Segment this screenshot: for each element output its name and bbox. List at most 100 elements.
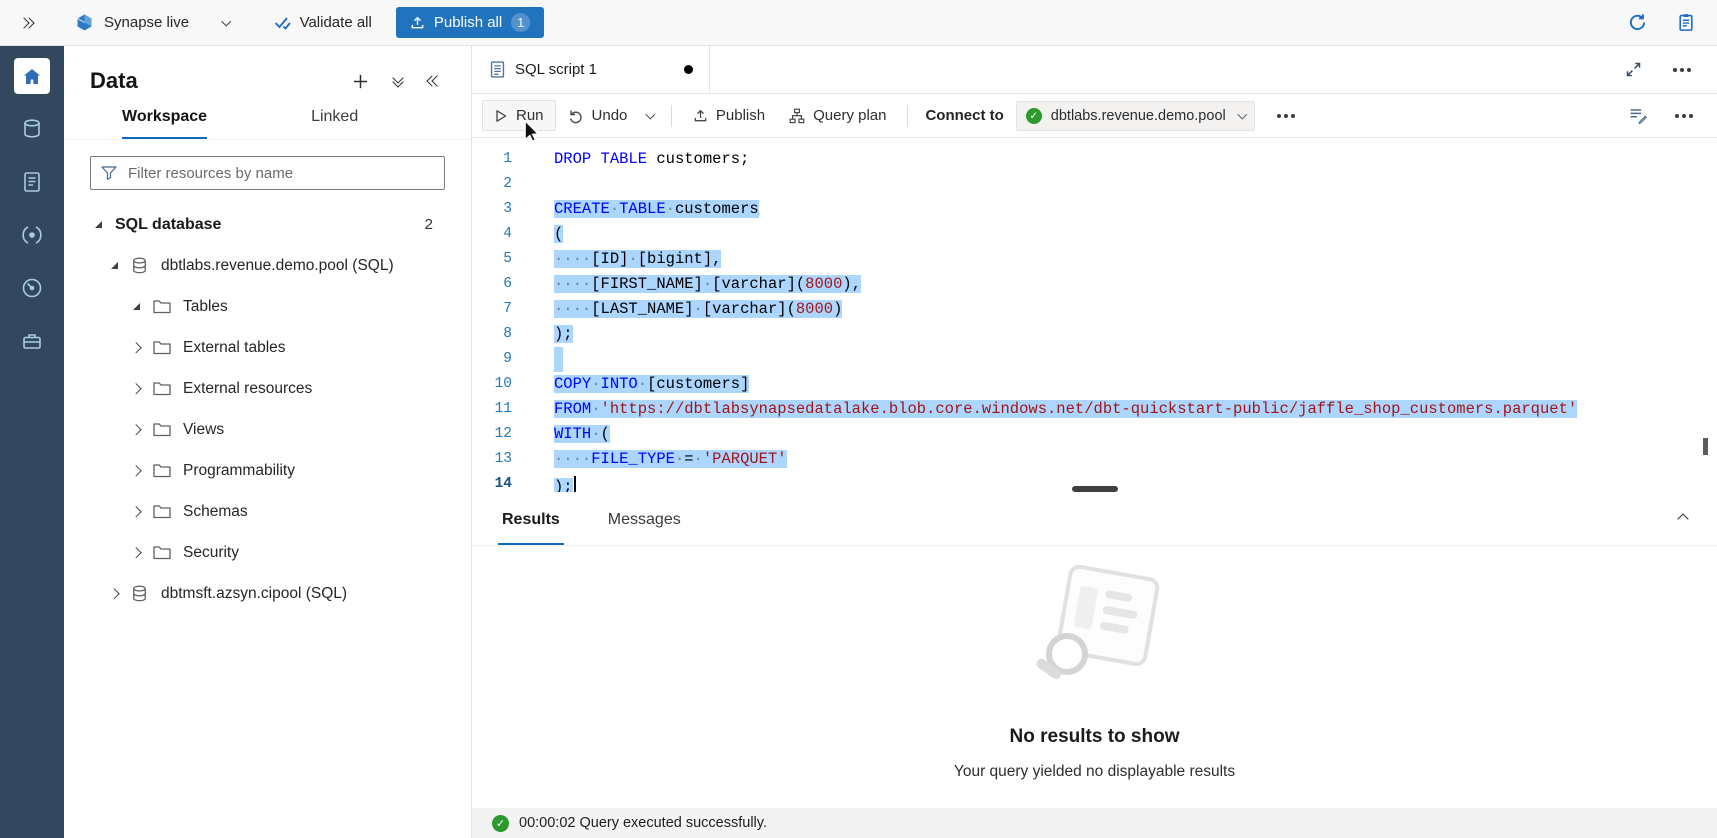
- code-line[interactable]: 8);: [472, 322, 1717, 347]
- query-plan-button[interactable]: Query plan: [777, 100, 898, 131]
- publish-all-button[interactable]: Publish all 1: [396, 7, 544, 38]
- rail-item-manage[interactable]: [14, 323, 50, 359]
- tree-item[interactable]: Schemas: [64, 491, 471, 532]
- tree-item[interactable]: dbtlabs.revenue.demo.pool (SQL): [64, 245, 471, 286]
- tab-workspace[interactable]: Workspace: [122, 108, 207, 139]
- tree-item[interactable]: External tables: [64, 327, 471, 368]
- run-icon: [494, 109, 508, 123]
- toolbar-more-icon[interactable]: [1277, 114, 1295, 118]
- toolbar-overflow-icon[interactable]: [1675, 114, 1693, 118]
- rail-item-develop[interactable]: [14, 164, 50, 200]
- top-bar: Synapse live Validate all Publish all 1: [0, 0, 1717, 46]
- code-line[interactable]: 13····FILE_TYPE·=·'PARQUET': [472, 447, 1717, 472]
- code-line[interactable]: 6····[FIRST_NAME]·[varchar](8000),: [472, 272, 1717, 297]
- toolbar-right-actions: [1629, 107, 1717, 124]
- tree-item[interactable]: dbtmsft.azsyn.cipool (SQL): [64, 573, 471, 614]
- collapse-all-icon[interactable]: [394, 77, 402, 86]
- manage-icon: [21, 330, 43, 352]
- line-number: 5: [472, 247, 512, 272]
- home-icon: [21, 66, 43, 87]
- tree-item[interactable]: Security: [64, 532, 471, 573]
- validate-all-button[interactable]: Validate all: [274, 14, 372, 31]
- code-line[interactable]: 12WITH·(: [472, 422, 1717, 447]
- add-resource-icon[interactable]: [353, 74, 368, 89]
- tree-item-label: Views: [183, 421, 224, 439]
- publish-label: Publish: [716, 107, 765, 124]
- code-line[interactable]: 7····[LAST_NAME]·[varchar](8000): [472, 297, 1717, 322]
- collapsed-expander-icon[interactable]: [128, 549, 144, 557]
- code-line[interactable]: 5····[ID]·[bigint],: [472, 247, 1717, 272]
- tree-item[interactable]: Views: [64, 409, 471, 450]
- collapse-results-icon[interactable]: [1679, 510, 1717, 528]
- expanded-expander-icon[interactable]: [106, 262, 122, 269]
- tab-linked[interactable]: Linked: [311, 108, 358, 139]
- collapsed-expander-icon[interactable]: [128, 508, 144, 516]
- unsaved-indicator: [684, 65, 693, 74]
- line-content: ····FILE_TYPE·=·'PARQUET': [512, 447, 787, 472]
- tree-item[interactable]: Tables: [64, 286, 471, 327]
- tab-results[interactable]: Results: [498, 511, 564, 545]
- tab-sql-script-1[interactable]: SQL script 1: [472, 46, 710, 93]
- publish-button[interactable]: Publish: [681, 100, 777, 131]
- publish-upload-icon: [410, 15, 425, 30]
- folder-icon: [153, 380, 173, 398]
- top-bar-actions: [1628, 13, 1717, 32]
- collapsed-expander-icon[interactable]: [128, 385, 144, 393]
- collapse-panel-icon[interactable]: [428, 77, 441, 85]
- rail-item-integrate[interactable]: [14, 217, 50, 253]
- collapsed-expander-icon[interactable]: [128, 467, 144, 475]
- folder-icon: [153, 421, 173, 439]
- line-content: );: [512, 322, 573, 347]
- folder-icon: [153, 503, 173, 521]
- clipboard-icon[interactable]: [1677, 13, 1695, 32]
- filter-box: [90, 156, 445, 190]
- folder-icon: [153, 298, 173, 316]
- pool-selector[interactable]: ✓ dbtlabs.revenue.demo.pool: [1016, 101, 1255, 131]
- environment-selector[interactable]: Synapse live: [75, 13, 230, 32]
- line-number: 1: [472, 147, 512, 172]
- script-properties-icon[interactable]: [1629, 107, 1647, 124]
- rail-item-home[interactable]: [14, 58, 50, 94]
- line-number: 13: [472, 447, 512, 472]
- filter-funnel-icon: [101, 166, 117, 180]
- code-line[interactable]: 2: [472, 172, 1717, 197]
- tree-item[interactable]: External resources: [64, 368, 471, 409]
- panel-resize-handle[interactable]: [1072, 486, 1118, 492]
- expand-editor-icon[interactable]: [1626, 62, 1641, 77]
- line-content: DROP TABLE customers;: [512, 147, 749, 172]
- empty-results-subtitle: Your query yielded no displayable result…: [954, 763, 1235, 781]
- line-content: CREATE·TABLE·customers: [512, 197, 759, 222]
- code-line[interactable]: 3CREATE·TABLE·customers: [472, 197, 1717, 222]
- code-line[interactable]: 10COPY·INTO·[customers]: [472, 372, 1717, 397]
- scrollbar-thumb[interactable]: [1703, 438, 1708, 455]
- code-line[interactable]: 11FROM·'https://dbtlabsynapsedatalake.bl…: [472, 397, 1717, 422]
- expand-menu-icon[interactable]: [20, 19, 33, 27]
- tree-item-label: Tables: [183, 298, 228, 316]
- environment-label: Synapse live: [104, 14, 189, 31]
- tab-messages[interactable]: Messages: [604, 511, 685, 545]
- tree-item[interactable]: Programmability: [64, 450, 471, 491]
- run-button[interactable]: Run: [482, 100, 556, 131]
- undo-button[interactable]: Undo: [556, 100, 640, 131]
- expanded-expander-icon[interactable]: [90, 221, 106, 228]
- publish-all-label: Publish all: [434, 14, 502, 31]
- integrate-icon: [21, 224, 43, 246]
- expanded-expander-icon[interactable]: [128, 303, 144, 310]
- rail-item-monitor[interactable]: [14, 270, 50, 306]
- refresh-icon[interactable]: [1628, 13, 1647, 32]
- collapsed-expander-icon[interactable]: [128, 344, 144, 352]
- rail-item-data[interactable]: [14, 111, 50, 147]
- connect-to-label: Connect to: [925, 107, 1003, 124]
- tree-item[interactable]: SQL database2: [64, 204, 471, 245]
- run-options-chevron[interactable]: [639, 107, 662, 125]
- code-line[interactable]: 4(: [472, 222, 1717, 247]
- tab-bar-more-icon[interactable]: [1673, 68, 1691, 72]
- filter-input[interactable]: [126, 164, 434, 183]
- code-editor[interactable]: 1DROP TABLE customers;23CREATE·TABLE·cus…: [472, 138, 1717, 492]
- tree-item-label: dbtlabs.revenue.demo.pool (SQL): [161, 257, 394, 275]
- code-line[interactable]: 9: [472, 347, 1717, 372]
- code-line[interactable]: 1DROP TABLE customers;: [472, 147, 1717, 172]
- collapsed-expander-icon[interactable]: [128, 426, 144, 434]
- collapsed-expander-icon[interactable]: [106, 590, 122, 598]
- line-number: 9: [472, 347, 512, 372]
